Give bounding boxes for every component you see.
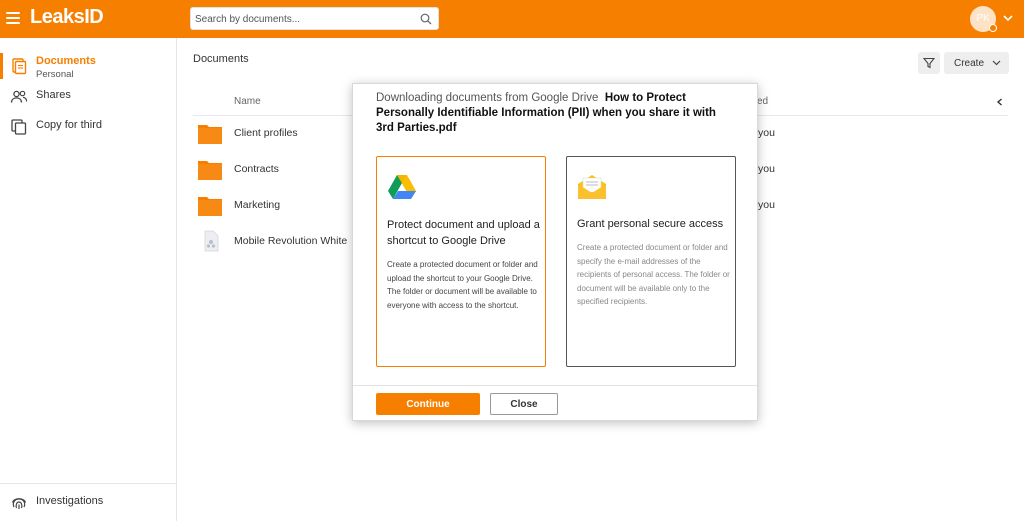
sidebar-item-label: Documents	[36, 55, 96, 67]
google-drive-icon	[388, 175, 416, 199]
menu-icon[interactable]	[6, 12, 20, 24]
copy-icon	[11, 119, 27, 135]
app-logo[interactable]: LeaksID	[30, 6, 104, 29]
row-name: Contracts	[234, 163, 279, 175]
users-icon	[10, 90, 28, 103]
folder-icon	[198, 197, 222, 216]
sidebar-item-investigations[interactable]: Investigations	[0, 490, 176, 516]
row-shared: you	[758, 163, 775, 175]
logo-text: Leaks	[30, 6, 85, 28]
folder-icon	[198, 161, 222, 180]
status-dot	[989, 24, 997, 32]
documents-icon	[12, 58, 27, 75]
top-bar: LeaksID PK	[0, 0, 1024, 38]
filter-icon	[923, 57, 935, 69]
option-personal-access[interactable]: Grant personal secure access Create a pr…	[566, 156, 736, 367]
sidebar-item-documents[interactable]: Documents Personal	[0, 53, 176, 81]
create-button[interactable]: Create	[944, 52, 1009, 74]
continue-button[interactable]: Continue	[376, 393, 480, 415]
close-button[interactable]: Close	[490, 393, 558, 415]
page-title: Documents	[193, 53, 249, 65]
fingerprint-icon	[11, 498, 27, 509]
row-name: Client profiles	[234, 127, 298, 139]
column-header-name[interactable]: Name	[234, 96, 261, 107]
sidebar-footer: Investigations	[0, 483, 176, 521]
option-upload-shortcut[interactable]: Protect document and upload a shortcut t…	[376, 156, 546, 367]
sidebar: Documents Personal Shares Copy for third…	[0, 38, 177, 521]
dialog-title: Downloading documents from Google Drive …	[376, 91, 736, 136]
dialog-title-prefix: Downloading documents from Google Drive	[376, 92, 599, 104]
divider	[353, 385, 757, 386]
row-shared: you	[758, 127, 775, 139]
avatar-initials: PK	[976, 13, 990, 24]
sidebar-item-shares[interactable]: Shares	[0, 84, 176, 110]
filter-button[interactable]	[918, 52, 940, 74]
chevron-down-icon	[992, 60, 1001, 66]
sidebar-item-label: Investigations	[36, 495, 104, 507]
sidebar-item-label: Copy for third	[36, 119, 103, 131]
option-title: Protect document and upload a shortcut t…	[387, 219, 540, 247]
chevron-left-icon[interactable]	[995, 97, 1005, 107]
folder-icon	[198, 125, 222, 144]
file-icon	[204, 230, 219, 252]
download-dialog: Downloading documents from Google Drive …	[352, 83, 758, 421]
option-description: Create a protected document or folder an…	[387, 260, 538, 310]
column-header-shared[interactable]: ed	[757, 96, 768, 107]
sidebar-item-sublabel: Personal	[36, 69, 74, 80]
sidebar-item-label: Shares	[36, 89, 71, 101]
sidebar-item-copy-for-third[interactable]: Copy for third	[0, 114, 176, 140]
create-button-label: Create	[954, 58, 985, 69]
row-name: Marketing	[234, 199, 281, 211]
search-icon[interactable]	[420, 13, 432, 25]
avatar[interactable]: PK	[970, 6, 997, 32]
search-box	[190, 7, 439, 30]
logo-suffix: ID	[84, 6, 104, 28]
search-input[interactable]	[195, 10, 415, 28]
option-description: Create a protected document or folder an…	[577, 243, 730, 306]
envelope-icon	[578, 175, 606, 199]
row-shared: you	[758, 199, 775, 211]
chevron-down-icon[interactable]	[1002, 12, 1014, 24]
row-name: Mobile Revolution White	[234, 235, 348, 247]
option-title: Grant personal secure access	[577, 218, 724, 230]
